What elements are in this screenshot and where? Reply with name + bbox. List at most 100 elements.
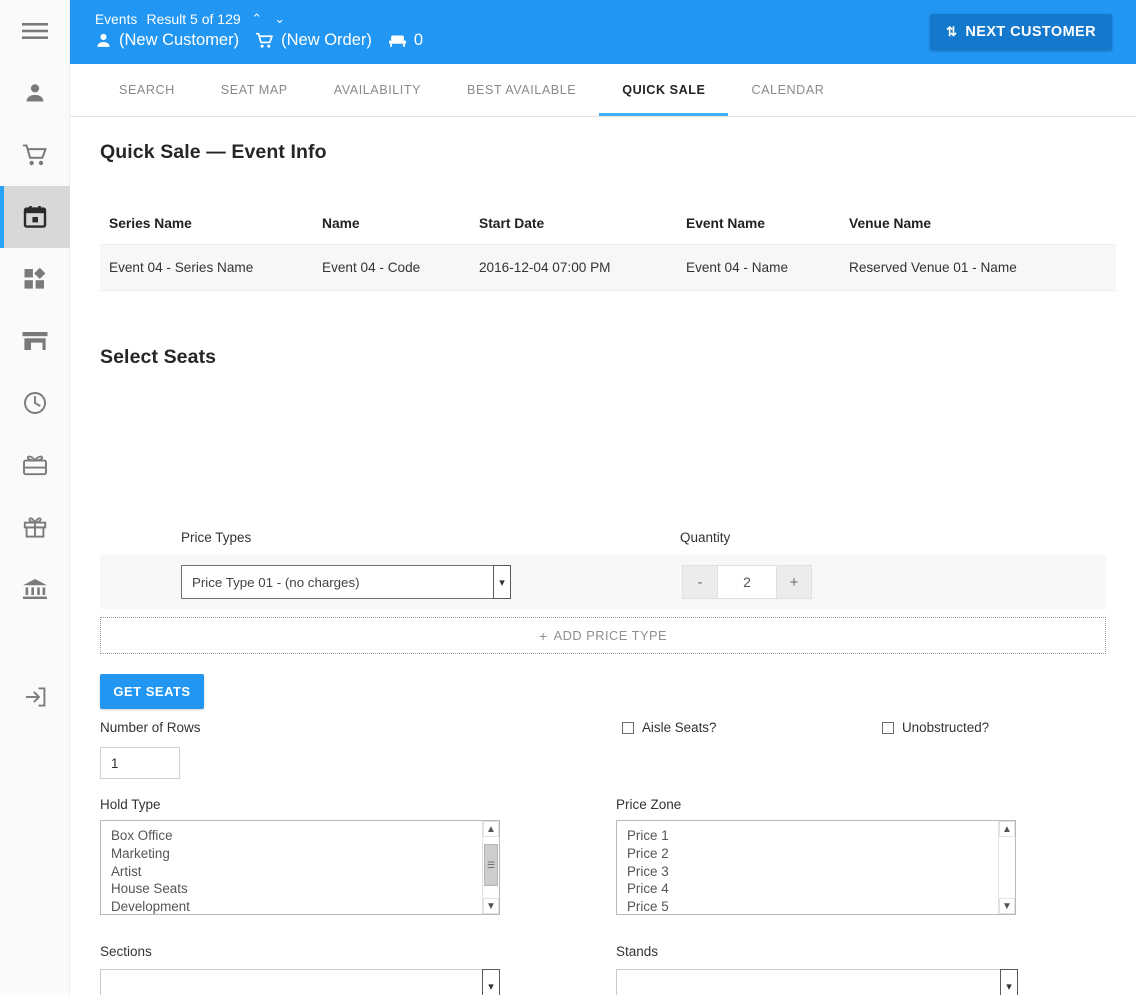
number-of-rows-input[interactable]: 1	[100, 747, 180, 779]
hold-type-scrollbar[interactable]: ▲ ☰ ▼	[482, 821, 499, 914]
next-customer-label: NEXT CUSTOMER	[965, 24, 1096, 40]
quantity-label: Quantity	[680, 530, 731, 545]
add-price-type-button[interactable]: + ADD PRICE TYPE	[100, 617, 1106, 654]
sidebar-item-history[interactable]	[0, 372, 70, 434]
stands-label: Stands	[616, 944, 659, 959]
tab-availability[interactable]: AVAILABILITY	[311, 64, 444, 116]
person-icon	[95, 32, 112, 49]
column-header-event-name: Event Name	[686, 215, 765, 231]
chevron-down-icon[interactable]: ▼	[483, 898, 499, 914]
stands-select[interactable]: ▾	[616, 969, 1018, 995]
cell-start-date: 2016-12-04 07:00 PM	[479, 260, 611, 275]
widgets-icon	[23, 267, 47, 291]
list-item[interactable]: Development	[111, 898, 482, 914]
sidebar-item-customers[interactable]	[0, 62, 70, 124]
customer-label: (New Customer)	[119, 31, 240, 49]
context-bar: (New Customer) (New Order) 0	[95, 31, 423, 50]
list-item[interactable]: Marketing	[111, 845, 482, 863]
person-icon	[23, 81, 47, 105]
checkbox-box-icon[interactable]	[882, 721, 894, 734]
list-item[interactable]: Price 3	[627, 863, 998, 881]
hold-type-options: Box Office Marketing Artist House Seats …	[101, 821, 482, 914]
tab-calendar[interactable]: CALENDAR	[728, 64, 847, 116]
quantity-decrement-button[interactable]: -	[683, 566, 717, 598]
list-item[interactable]: Price 4	[627, 880, 998, 898]
chevron-up-icon[interactable]: ▲	[483, 821, 499, 837]
table-row[interactable]: Event 04 - Series Name Event 04 - Code 2…	[100, 244, 1116, 291]
checkbox-box-icon[interactable]	[622, 721, 634, 734]
sections-select[interactable]: ▾	[100, 969, 500, 995]
sidebar-item-promotions[interactable]	[0, 496, 70, 558]
quantity-increment-button[interactable]: +	[777, 566, 811, 598]
price-zone-options: Price 1 Price 2 Price 3 Price 4 Price 5	[617, 821, 998, 914]
sidebar-item-accounts[interactable]	[0, 558, 70, 620]
quantity-stepper[interactable]: - 2 +	[682, 565, 812, 599]
scrollbar-thumb[interactable]: ☰	[484, 844, 498, 886]
tab-quick-sale[interactable]: QUICK SALE	[599, 64, 729, 116]
tab-bar: SEARCH SEAT MAP AVAILABILITY BEST AVAILA…	[70, 64, 1136, 117]
shopping-cart-icon	[22, 143, 48, 167]
unobstructed-checkbox[interactable]: Unobstructed?	[882, 720, 989, 735]
column-header-name: Name	[322, 215, 360, 231]
order-chip[interactable]: (New Order)	[255, 31, 372, 50]
list-item[interactable]: Box Office	[111, 827, 482, 845]
tab-best-available[interactable]: BEST AVAILABLE	[444, 64, 599, 116]
seat-icon	[388, 32, 407, 49]
shopping-cart-icon	[255, 32, 274, 49]
price-zone-listbox[interactable]: Price 1 Price 2 Price 3 Price 4 Price 5 …	[616, 820, 1016, 915]
rail-spacer	[0, 620, 69, 666]
top-bar: Events Result 5 of 129 ⌃ ⌄ (New Customer…	[70, 0, 1136, 64]
price-type-select[interactable]: Price Type 01 - (no charges) ▾	[181, 565, 511, 599]
sidebar-rail	[0, 0, 70, 995]
list-item[interactable]: Artist	[111, 863, 482, 881]
cell-name: Event 04 - Code	[322, 260, 421, 275]
sections-selected-value	[100, 969, 482, 995]
sidebar-item-logout[interactable]	[0, 666, 70, 728]
price-zone-scrollbar[interactable]: ▲ ▼	[998, 821, 1015, 914]
sidebar-item-venues[interactable]	[0, 310, 70, 372]
sidebar-item-packages[interactable]	[0, 248, 70, 310]
chevron-up-icon[interactable]: ▲	[999, 821, 1015, 837]
event-info-table: Series Name Name Start Date Event Name V…	[100, 202, 1116, 291]
order-label: (New Order)	[281, 31, 372, 49]
next-customer-button[interactable]: ⇅ NEXT CUSTOMER	[930, 14, 1112, 50]
get-seats-button[interactable]: GET SEATS	[100, 674, 204, 709]
tab-search[interactable]: SEARCH	[96, 64, 198, 116]
quantity-input[interactable]: 2	[717, 566, 777, 598]
plus-icon: +	[538, 627, 548, 644]
aisle-seats-label: Aisle Seats?	[642, 720, 717, 735]
list-item[interactable]: Price 2	[627, 845, 998, 863]
list-item[interactable]: Price 1	[627, 827, 998, 845]
chevron-down-icon[interactable]: ⌄	[273, 11, 287, 27]
sidebar-item-menu[interactable]	[0, 0, 70, 62]
list-item[interactable]: House Seats	[111, 880, 482, 898]
result-counter: Result 5 of 129	[146, 11, 241, 27]
chevron-down-icon[interactable]: ▾	[493, 565, 511, 599]
tab-seat-map[interactable]: SEAT MAP	[198, 64, 311, 116]
breadcrumb: Events Result 5 of 129 ⌃ ⌄	[95, 11, 287, 27]
number-of-rows-label: Number of Rows	[100, 720, 201, 735]
sidebar-item-orders[interactable]	[0, 124, 70, 186]
calendar-icon	[23, 205, 47, 229]
chevron-up-icon[interactable]: ⌃	[250, 11, 264, 27]
cell-series-name: Event 04 - Series Name	[109, 260, 254, 275]
seats-chip[interactable]: 0	[388, 31, 423, 50]
chevron-down-icon[interactable]: ▼	[999, 898, 1015, 914]
table-header-row: Series Name Name Start Date Event Name V…	[100, 202, 1116, 244]
customer-chip[interactable]: (New Customer)	[95, 31, 239, 50]
aisle-seats-checkbox[interactable]: Aisle Seats?	[622, 720, 716, 735]
hold-type-listbox[interactable]: Box Office Marketing Artist House Seats …	[100, 820, 500, 915]
sidebar-item-events[interactable]	[0, 186, 70, 248]
login-exit-icon	[23, 685, 47, 709]
chevron-down-icon[interactable]: ▾	[482, 969, 500, 995]
list-item[interactable]: Price 5	[627, 898, 998, 914]
page-title-event-info: Quick Sale — Event Info	[100, 141, 327, 163]
breadcrumb-section[interactable]: Events	[95, 12, 137, 27]
hold-type-label: Hold Type	[100, 797, 161, 812]
clock-icon	[23, 391, 47, 415]
sidebar-item-gift-cards[interactable]	[0, 434, 70, 496]
chevron-down-icon[interactable]: ▾	[1000, 969, 1018, 995]
sections-label: Sections	[100, 944, 152, 959]
column-header-series-name: Series Name	[109, 215, 192, 231]
up-down-arrows-icon: ⇅	[946, 24, 958, 39]
